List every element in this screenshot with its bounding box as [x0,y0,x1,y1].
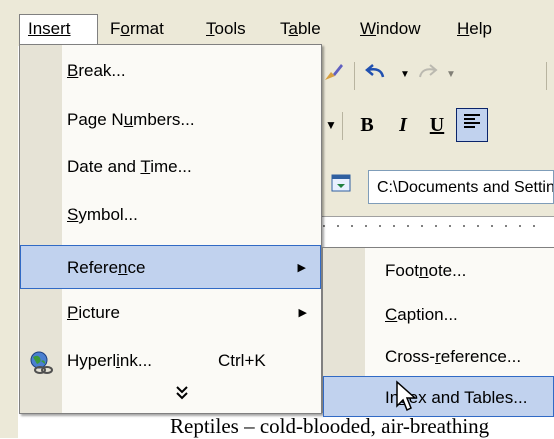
menu-item-hyperlink-shortcut: Ctrl+K [218,351,266,370]
menu-item-symbol[interactable]: Symbol... [20,193,321,237]
bold-button[interactable]: B [352,110,382,142]
menu-item-break-label: Break... [67,61,126,80]
menu-tools-label: Tools [206,19,246,38]
italic-button[interactable]: I [388,110,418,142]
menu-item-reference-label: Reference [67,258,146,277]
reference-submenu: Footnote... Caption... Cross-reference..… [322,247,554,417]
menu-item-symbol-label: Symbol... [67,205,138,224]
window-left-edge [0,0,18,438]
submenu-item-caption[interactable]: Caption... [323,294,554,335]
menu-window-label: Window [360,19,421,38]
submenu-item-caption-label: Caption... [385,305,458,324]
double-chevron-down-icon [175,385,189,406]
undo-icon[interactable] [362,60,392,92]
globe-chain-icon [28,349,54,375]
web-toolbar-icon[interactable] [326,172,356,204]
submenu-item-cross-reference[interactable]: Cross-reference... [323,336,554,377]
menu-window[interactable]: Window [352,14,428,44]
menu-item-picture[interactable]: Picture ▶ [20,291,321,335]
align-left-button[interactable] [456,108,488,142]
menu-table[interactable]: Table [272,14,329,44]
menu-item-picture-label: Picture [67,303,120,322]
menu-help[interactable]: Help [449,14,500,44]
redo-dropdown-icon[interactable]: ▼ [436,60,466,92]
align-left-icon [464,114,480,128]
menu-item-page-numbers[interactable]: Page Numbers... [20,98,321,142]
submenu-item-footnote[interactable]: Footnote... [323,250,554,291]
menu-item-reference[interactable]: Reference ▶ [20,245,321,289]
menu-item-date-and-time[interactable]: Date and Time... [20,145,321,189]
submenu-item-footnote-label: Footnote... [385,261,467,280]
menu-format-label: Format [110,19,164,38]
menu-help-label: Help [457,19,492,38]
menu-tools[interactable]: Tools [198,14,254,44]
menu-item-break[interactable]: Break... [20,49,321,93]
menu-item-date-and-time-label: Date and Time... [67,157,192,176]
menu-format[interactable]: Format [102,14,172,44]
submenu-item-cross-reference-label: Cross-reference... [385,347,522,366]
menu-bar: Insert Format Tools Table Window Help [0,0,554,46]
menu-expand-more[interactable] [20,385,321,407]
insert-menu: Break... Page Numbers... Date and Time..… [19,44,322,414]
menu-item-page-numbers-label: Page Numbers... [67,110,195,129]
mouse-pointer-icon [395,380,419,414]
format-painter-icon[interactable] [318,60,348,92]
ruler [300,216,554,239]
menu-table-label: Table [280,19,321,38]
underline-button[interactable]: U [422,110,452,142]
submenu-item-index-and-tables[interactable]: Index and Tables... [323,376,554,417]
address-field[interactable]: C:\Documents and Settings [368,170,554,204]
triangle-right-icon: ▶ [298,307,307,319]
menu-item-hyperlink[interactable]: Hyperlink... Ctrl+K [20,339,321,383]
menu-insert[interactable]: Insert [19,14,98,44]
menu-item-hyperlink-label: Hyperlink... [67,351,153,370]
triangle-right-icon: ▶ [297,262,306,274]
